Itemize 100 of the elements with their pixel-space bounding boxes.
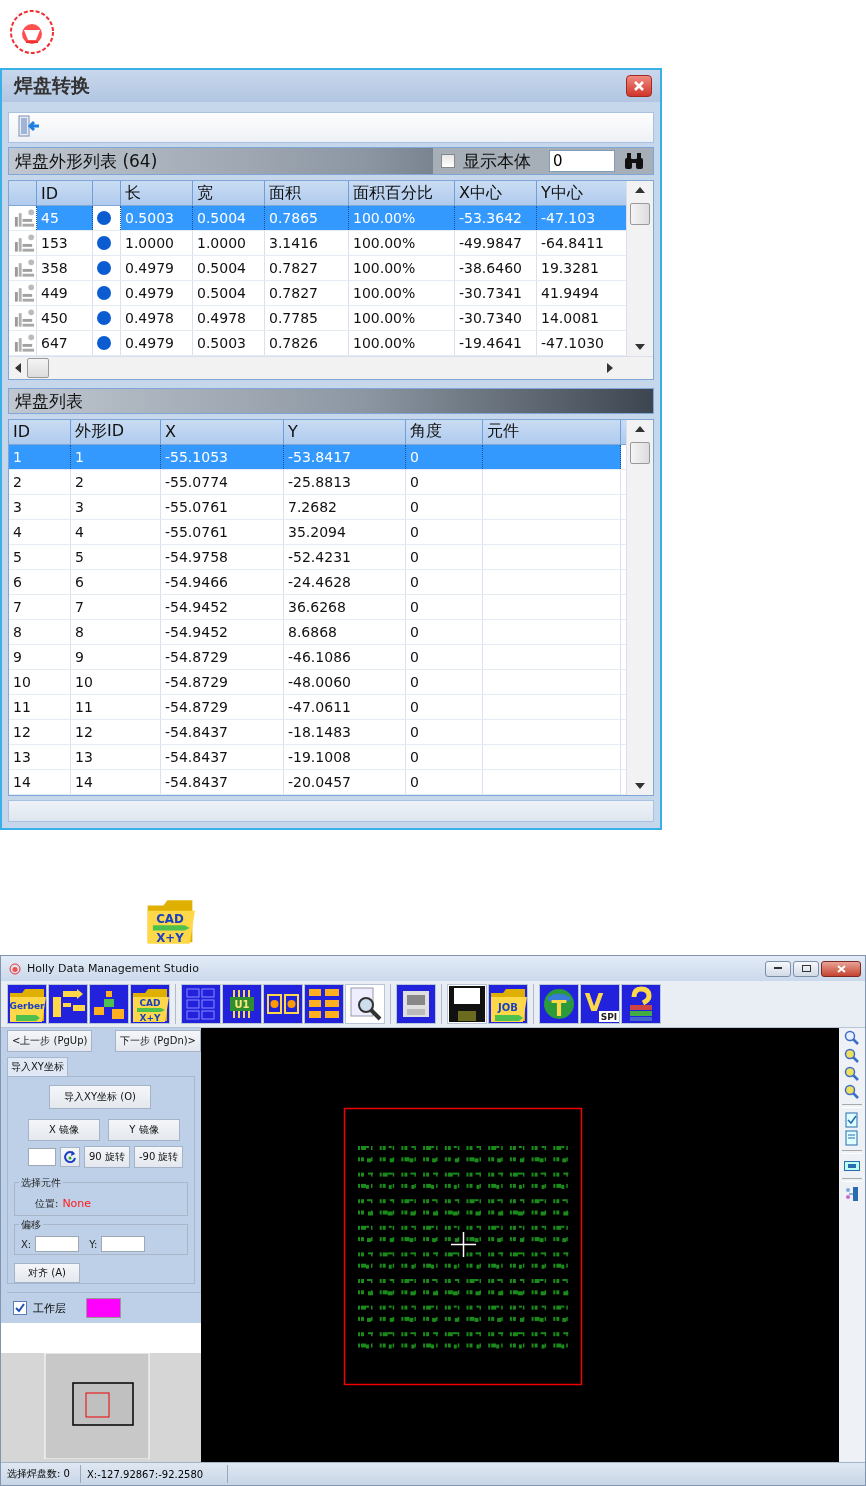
column-header[interactable]: 元件 xyxy=(483,419,621,444)
table-cell: 8.6868 xyxy=(284,619,406,644)
rotate-minus-90-button[interactable]: -90 旋转 xyxy=(133,1146,184,1169)
column-header[interactable]: 角度 xyxy=(406,419,483,444)
table-row[interactable]: 3 3 -55.0761 7.2682 0 xyxy=(9,494,626,520)
column-header[interactable]: X xyxy=(161,419,284,444)
maximize-button[interactable] xyxy=(793,960,819,977)
round-pad-icon xyxy=(97,311,111,326)
table-row[interactable]: 7 7 -54.9452 36.6268 0 xyxy=(9,594,626,620)
checkbox[interactable] xyxy=(441,154,455,169)
floppy-disk-button[interactable] xyxy=(447,984,487,1024)
checkbox[interactable] xyxy=(13,1301,27,1315)
table-row[interactable]: 8 8 -54.9452 8.6868 0 xyxy=(9,619,626,645)
pads-button[interactable] xyxy=(263,984,303,1024)
table-cell: 0 xyxy=(406,444,483,469)
number-field[interactable]: 0 xyxy=(549,150,615,173)
column-header[interactable]: 宽 xyxy=(193,181,265,206)
scroll-up-arrow-icon[interactable] xyxy=(635,425,645,432)
column-header[interactable]: 面积百分比 xyxy=(349,181,455,206)
table-row[interactable]: 5 5 -54.9758 -52.4231 0 xyxy=(9,544,626,570)
zoom-button[interactable] xyxy=(843,1030,861,1046)
job-folder-button[interactable]: JOB xyxy=(488,984,528,1024)
scroll-down-arrow-icon[interactable] xyxy=(635,344,645,351)
search-button[interactable] xyxy=(345,984,385,1024)
table-row[interactable]: 449 0.4979 0.5004 0.7827 100.00% -30.7341 41.9494 xyxy=(9,281,626,307)
arrows-button[interactable] xyxy=(48,984,88,1024)
minimize-button[interactable] xyxy=(765,960,791,977)
machine-button[interactable] xyxy=(396,984,436,1024)
minimize-icon xyxy=(774,967,782,970)
table-row[interactable]: 10 10 -54.8729 -48.0060 0 xyxy=(9,669,626,695)
help-button[interactable] xyxy=(621,984,661,1024)
grid-button[interactable] xyxy=(181,984,221,1024)
table-cell: 1.0000 xyxy=(121,231,193,256)
table-row[interactable]: 9 9 -54.8729 -46.1086 0 xyxy=(9,644,626,670)
table-cell: -55.1053 xyxy=(161,444,284,469)
column-header[interactable]: ID xyxy=(37,181,93,206)
scroll-left-arrow-icon[interactable] xyxy=(15,363,21,374)
zoom-in-button[interactable] xyxy=(843,1048,861,1064)
table-row[interactable]: 4 4 -55.0761 35.2094 0 xyxy=(9,519,626,545)
tab[interactable]: 导入XY坐标 xyxy=(7,1057,68,1076)
column-header[interactable]: Y xyxy=(284,419,406,444)
rotate-90-button[interactable]: 90 旋转 xyxy=(84,1146,130,1169)
table-row[interactable]: 11 11 -54.8729 -47.0611 0 xyxy=(9,694,626,720)
gerber-folder-button[interactable]: Gerber xyxy=(7,984,47,1024)
table-cell: 14 xyxy=(9,769,71,794)
round-pad-icon xyxy=(97,236,111,251)
column-header[interactable]: 面积 xyxy=(265,181,349,206)
layers-button[interactable] xyxy=(843,1186,861,1202)
align-button[interactable]: 对齐 (A) xyxy=(14,1263,80,1283)
scroll-up-arrow-icon[interactable] xyxy=(635,187,645,194)
table-cell: 8 xyxy=(9,619,71,644)
exit-door-icon[interactable] xyxy=(15,113,41,140)
mirror-x-button[interactable]: X 镜像 xyxy=(28,1119,100,1142)
table-cell: -24.4628 xyxy=(284,569,406,594)
zoom-fit-button[interactable] xyxy=(843,1084,861,1100)
column-header[interactable]: ID xyxy=(9,419,71,444)
table-cell: 7 xyxy=(9,594,71,619)
column-header[interactable]: 外形ID xyxy=(71,419,161,444)
table-row[interactable]: 14 14 -54.8437 -20.0457 0 xyxy=(9,769,626,795)
dialog-title: 焊盘转换 xyxy=(14,72,90,98)
table-row[interactable]: 6 6 -54.9466 -24.4628 0 xyxy=(9,569,626,595)
next-button[interactable]: 下一步 (PgDn)> xyxy=(115,1030,201,1052)
previous-button[interactable]: <上一步 (PgUp) xyxy=(7,1030,93,1052)
blocks-button[interactable] xyxy=(89,984,129,1024)
rotate-button[interactable] xyxy=(60,1147,80,1168)
board-button[interactable] xyxy=(843,1158,861,1174)
angle-field[interactable] xyxy=(28,1148,56,1167)
scroll-thumb[interactable] xyxy=(630,203,650,226)
table-cell: 0.4979 xyxy=(121,281,193,306)
table-row[interactable]: 13 13 -54.8437 -19.1008 0 xyxy=(9,744,626,770)
table-cell: -30.7340 xyxy=(455,306,537,331)
table-cell: 0 xyxy=(406,519,483,544)
table-row[interactable]: 12 12 -54.8437 -18.1483 0 xyxy=(9,719,626,745)
position-value: None xyxy=(62,1197,92,1211)
scroll-right-arrow-icon[interactable] xyxy=(607,363,613,374)
table-row[interactable]: 153 1.0000 1.0000 3.1416 100.00% -49.9847 -64.8411 xyxy=(9,231,626,257)
mirror-y-button[interactable]: Y 镜像 xyxy=(108,1119,180,1142)
column-header[interactable]: X中心 xyxy=(455,181,537,206)
cad-folder-button[interactable]: CAD X+Y xyxy=(130,984,170,1024)
offset-x-field[interactable] xyxy=(35,1236,80,1253)
table-row[interactable]: 358 0.4979 0.5004 0.7827 100.00% -38.6460 19.3281 xyxy=(9,256,626,282)
table-cell: -52.4231 xyxy=(284,544,406,569)
table-cell: -54.9452 xyxy=(161,594,284,619)
scroll-thumb[interactable] xyxy=(27,358,49,379)
import-button[interactable]: 导入XY坐标 (O) xyxy=(49,1085,151,1110)
close-icon xyxy=(836,964,846,973)
table-cell: 0 xyxy=(406,644,483,669)
table-row[interactable]: 2 2 -55.0774 -25.8813 0 xyxy=(9,469,626,495)
pad-grid-button[interactable] xyxy=(304,984,344,1024)
table-row[interactable]: 450 0.4978 0.4978 0.7785 100.00% -30.7340 14.0081 xyxy=(9,306,626,332)
close-button[interactable] xyxy=(821,960,861,977)
close-button[interactable] xyxy=(626,74,652,97)
zoom-out-button[interactable] xyxy=(843,1066,861,1082)
scroll-thumb[interactable] xyxy=(630,441,650,464)
scroll-down-arrow-icon[interactable] xyxy=(635,782,645,789)
column-header[interactable]: 长 xyxy=(121,181,193,206)
checked-document-button[interactable] xyxy=(843,1112,861,1128)
table-cell: 3.1416 xyxy=(265,231,349,256)
color-swatch[interactable] xyxy=(86,1298,121,1318)
offset-y-field[interactable] xyxy=(101,1236,146,1253)
